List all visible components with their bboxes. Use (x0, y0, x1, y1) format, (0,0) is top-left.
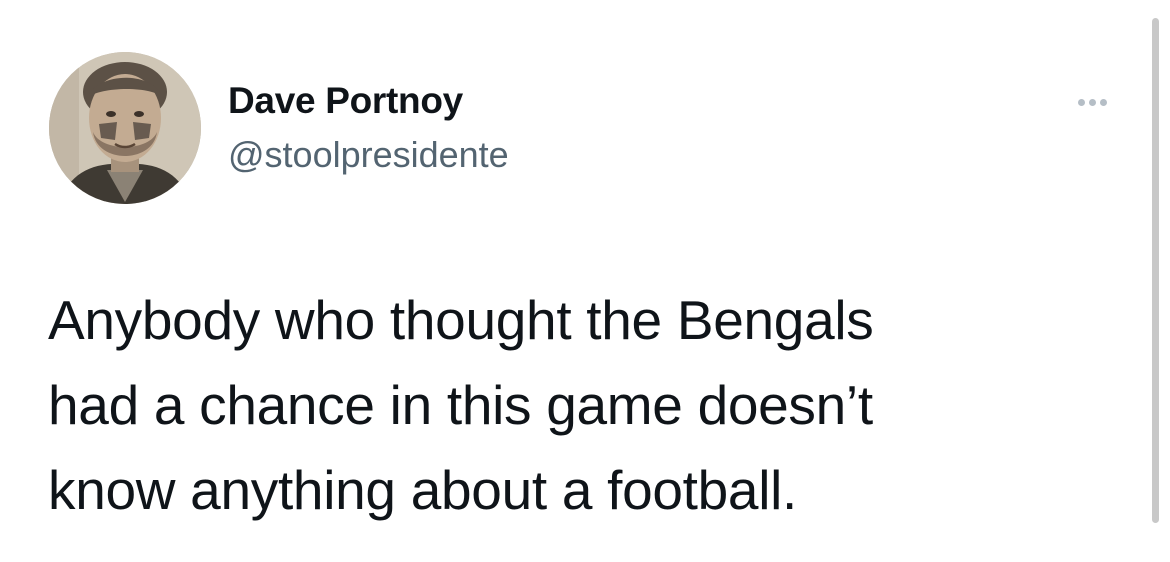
avatar[interactable] (49, 52, 201, 204)
more-horizontal-icon (1077, 98, 1107, 106)
avatar-photo (49, 52, 201, 204)
author-name[interactable]: Dave Portnoy (228, 80, 463, 122)
tweet-card: Dave Portnoy @stoolpresidente Anybody wh… (0, 0, 1170, 562)
author-handle[interactable]: @stoolpresidente (228, 134, 509, 176)
more-options-button[interactable] (1068, 90, 1116, 114)
tweet-text: Anybody who thought the Bengals had a ch… (48, 289, 874, 521)
scrollbar[interactable] (1152, 18, 1159, 523)
